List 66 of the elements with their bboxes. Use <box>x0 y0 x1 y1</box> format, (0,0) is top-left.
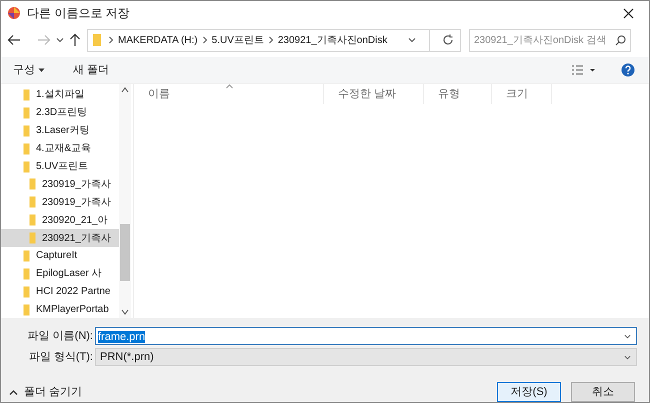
breadcrumb-item[interactable]: 230921_기족사진onDisk <box>278 32 388 48</box>
column-header[interactable]: 이름 <box>134 84 324 104</box>
folder-icon <box>23 160 30 172</box>
chevron-right-icon[interactable] <box>268 36 274 44</box>
scroll-up-icon[interactable] <box>121 86 129 94</box>
folder-icon <box>23 106 30 119</box>
folder-icon <box>23 286 30 298</box>
chevron-down-icon[interactable] <box>55 36 65 44</box>
folder-tree-item[interactable]: 1.설치파일 <box>1 86 119 104</box>
file-type-label: 파일 형식(T): <box>28 350 94 365</box>
folder-icon <box>29 232 36 244</box>
column-header[interactable]: 크기 <box>492 84 552 104</box>
scroll-down-icon[interactable] <box>121 308 129 316</box>
column-header[interactable]: 수정한 날짜 <box>324 84 424 104</box>
hide-folders-button[interactable]: 폴더 숨기기 <box>9 384 82 400</box>
caret-down-icon <box>38 68 45 72</box>
chevron-down-icon <box>623 354 632 360</box>
file-name-label: 파일 이름(N): <box>26 328 94 344</box>
search-icon <box>615 34 626 46</box>
file-name-value: frame.prn <box>98 330 146 343</box>
app-icon <box>7 6 21 20</box>
folder-tree-item[interactable]: 5.UV프린트 <box>1 158 119 176</box>
folder-icon <box>23 250 30 262</box>
file-type-dropdown[interactable]: PRN(*.prn) <box>95 348 637 366</box>
save-button[interactable]: 저장(S) <box>497 382 561 402</box>
breadcrumb-item[interactable]: MAKERDATA (H:) <box>118 32 198 48</box>
folder-icon <box>29 214 36 226</box>
chevron-down-icon <box>623 332 632 340</box>
close-icon <box>622 8 634 18</box>
help-icon[interactable] <box>621 63 635 77</box>
view-options-icon[interactable] <box>571 64 597 76</box>
folder-icon <box>23 124 30 137</box>
organize-button[interactable]: 구성 <box>13 62 45 78</box>
up-arrow-icon[interactable] <box>69 33 81 47</box>
folder-tree-item[interactable]: HCI 2022 Partne <box>1 282 119 301</box>
address-bar[interactable]: MAKERDATA (H:) 5.UV프린트 230921_기족사진onDisk <box>87 28 461 52</box>
new-folder-button[interactable]: 새 폴더 <box>73 62 110 78</box>
folder-tree-item[interactable]: CaptureIt <box>1 247 119 265</box>
cancel-button[interactable]: 취소 <box>571 382 635 402</box>
window-title: 다른 이름으로 저장 <box>27 5 130 22</box>
folder-icon <box>29 178 36 190</box>
chevron-up-icon <box>9 388 18 396</box>
chevron-down-icon[interactable] <box>407 36 417 44</box>
scrollbar-thumb[interactable] <box>120 224 130 281</box>
folder-tree-item[interactable]: 3.Laser커팅 <box>1 122 119 140</box>
folder-icon <box>23 88 30 101</box>
folder-tree-item[interactable]: 230919_가족사 <box>1 175 119 194</box>
folder-tree-item[interactable]: 4.교재&교육 <box>1 140 119 158</box>
column-header[interactable]: 유형 <box>424 84 492 104</box>
file-name-field[interactable]: frame.prn <box>95 327 637 345</box>
folder-tree-item[interactable]: KMPlayerPortab <box>1 300 119 318</box>
chevron-right-icon[interactable] <box>108 36 114 44</box>
refresh-icon[interactable] <box>442 34 454 46</box>
folder-tree-item[interactable]: 230921_기족사 <box>1 229 119 248</box>
folder-tree-item[interactable]: EpilogLaser 사 <box>1 264 119 283</box>
folder-icon <box>23 304 30 316</box>
folder-tree-item[interactable]: 230920_21_아 <box>1 211 119 230</box>
breadcrumb-item[interactable]: 5.UV프린트 <box>212 32 264 48</box>
folder-icon <box>23 268 30 280</box>
folder-tree-item[interactable]: 230919_가족사 <box>1 193 119 212</box>
folder-tree-item[interactable]: 2.3D프린팅 <box>1 104 119 122</box>
chevron-right-icon[interactable] <box>202 36 208 44</box>
back-arrow-icon[interactable] <box>7 34 21 46</box>
folder-icon <box>92 33 102 47</box>
folder-icon <box>23 142 30 155</box>
folder-icon <box>29 196 36 208</box>
